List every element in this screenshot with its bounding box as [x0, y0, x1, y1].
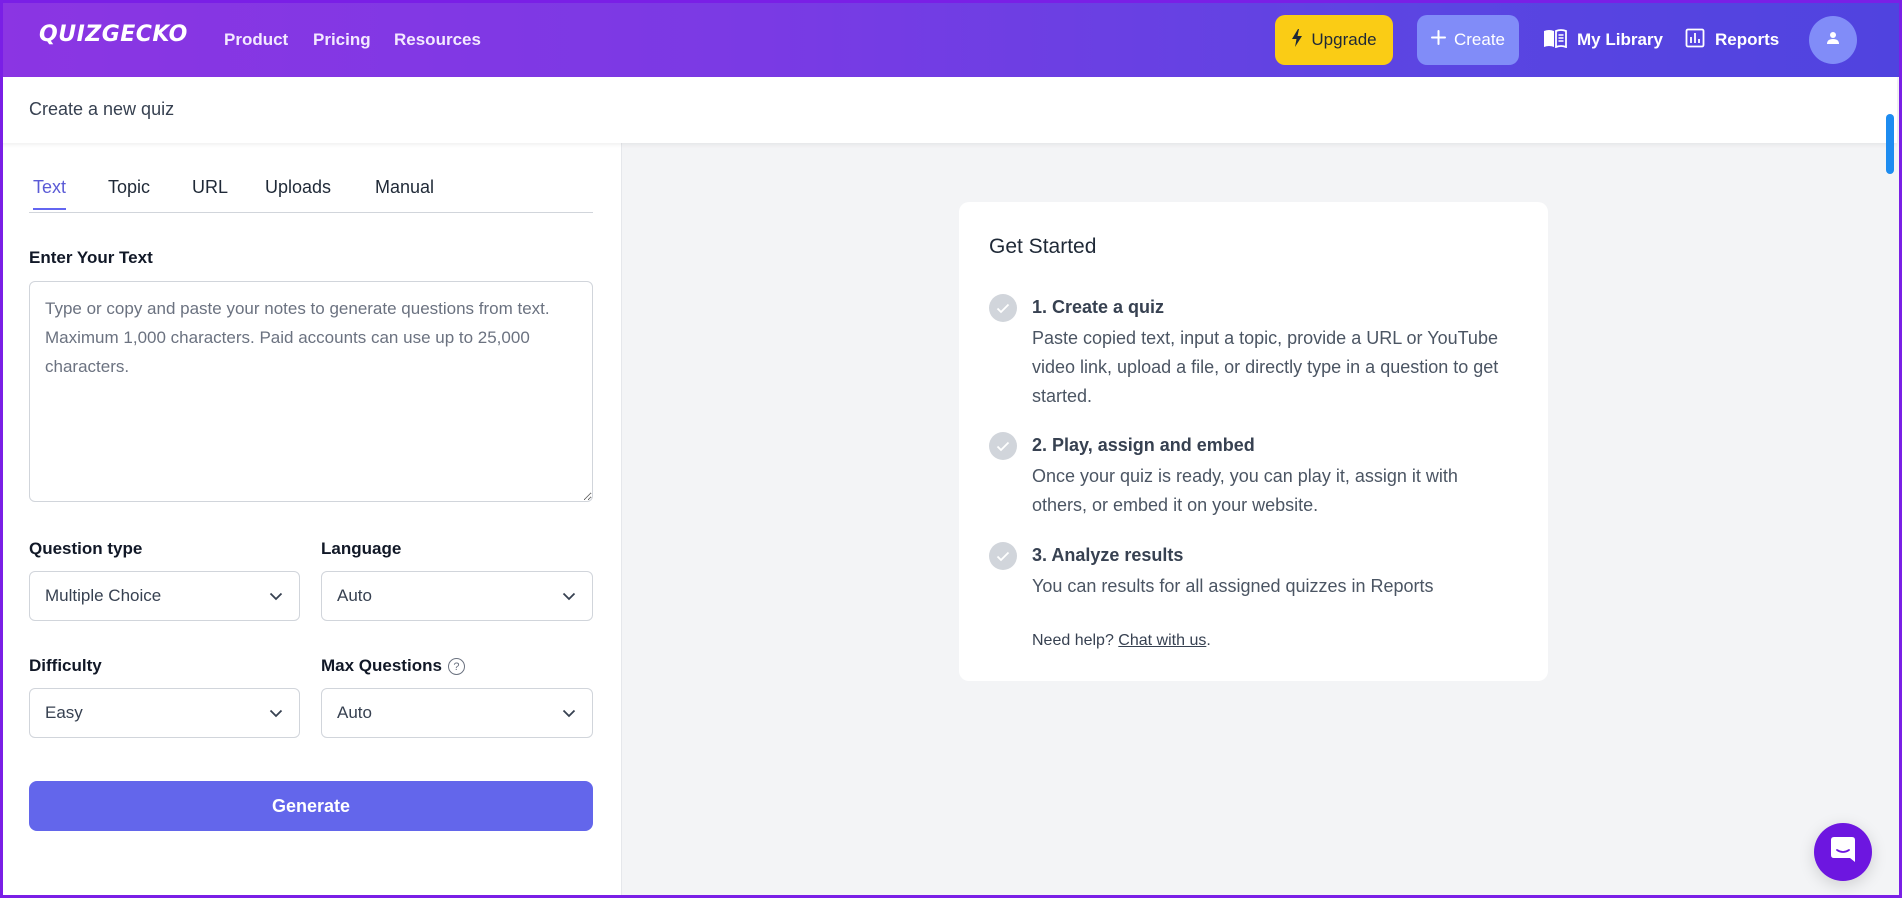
max-questions-select[interactable]: Auto	[321, 688, 593, 738]
step-text: Once your quiz is ready, you can play it…	[1032, 466, 1458, 515]
language-value: Auto	[337, 586, 372, 605]
bar-chart-icon	[1685, 28, 1705, 53]
chevron-down-icon	[562, 703, 576, 723]
chat-with-us-link[interactable]: Chat with us	[1118, 632, 1206, 649]
max-questions-value: Auto	[337, 703, 372, 722]
nav-resources[interactable]: Resources	[394, 30, 481, 50]
question-type-label: Question type	[29, 539, 143, 558]
chat-icon	[1830, 836, 1856, 869]
language-label: Language	[321, 539, 402, 558]
help-suffix: .	[1206, 632, 1211, 649]
source-tabs: Text Topic URL Uploads Manual	[29, 173, 593, 213]
chevron-down-icon	[562, 586, 576, 606]
chevron-down-icon	[269, 703, 283, 723]
nav-product[interactable]: Product	[224, 30, 288, 50]
difficulty-select[interactable]: Easy	[29, 688, 300, 738]
create-button[interactable]: Create	[1417, 15, 1519, 65]
help-line: Need help? Chat with us.	[1032, 632, 1211, 650]
create-label: Create	[1453, 30, 1506, 49]
reports-label: Reports	[1715, 30, 1780, 49]
user-avatar-button[interactable]	[1809, 16, 1857, 64]
tab-manual[interactable]: Manual	[375, 177, 434, 208]
max-questions-label: Max Questions	[321, 656, 442, 675]
chat-launcher-button[interactable]	[1814, 823, 1872, 881]
step-text: Paste copied text, input a topic, provid…	[1032, 328, 1499, 406]
chevron-down-icon	[269, 586, 283, 606]
nav-pricing[interactable]: Pricing	[313, 30, 371, 50]
scrollbar-thumb[interactable]	[1886, 114, 1894, 174]
lightning-bolt-icon	[1291, 28, 1303, 52]
tab-topic[interactable]: Topic	[108, 177, 150, 208]
enter-text-label: Enter Your Text	[29, 248, 153, 267]
page-header: Create a new quiz	[0, 77, 1897, 143]
step-title: 1. Create a quiz	[1032, 297, 1165, 317]
book-icon	[1543, 28, 1567, 53]
my-library-label: My Library	[1577, 30, 1663, 49]
text-input[interactable]	[29, 281, 593, 502]
reports-link[interactable]: Reports	[1685, 26, 1779, 54]
tab-uploads[interactable]: Uploads	[265, 177, 331, 208]
difficulty-label: Difficulty	[29, 656, 102, 675]
language-select[interactable]: Auto	[321, 571, 593, 621]
step-title: 2. Play, assign and embed	[1032, 435, 1255, 455]
generate-button[interactable]: Generate	[29, 781, 593, 831]
step-text: You can results for all assigned quizzes…	[1032, 576, 1434, 596]
question-type-value: Multiple Choice	[45, 586, 162, 605]
tab-url[interactable]: URL	[192, 177, 228, 208]
plus-icon	[1430, 30, 1446, 50]
max-questions-label-group: Max Questions?	[321, 656, 465, 676]
get-started-title: Get Started	[989, 235, 1097, 258]
question-type-select[interactable]: Multiple Choice	[29, 571, 300, 621]
upgrade-button[interactable]: Upgrade	[1275, 15, 1393, 65]
quiz-form-panel: Text Topic URL Uploads Manual Enter Your…	[0, 143, 622, 898]
upgrade-label: Upgrade	[1311, 30, 1377, 49]
check-circle-icon	[989, 432, 1017, 460]
tab-text[interactable]: Text	[33, 177, 67, 210]
step-title: 3. Analyze results	[1032, 545, 1184, 565]
help-circle-icon[interactable]: ?	[447, 658, 465, 676]
page-title: Create a new quiz	[29, 99, 175, 119]
check-circle-icon	[989, 294, 1017, 322]
difficulty-value: Easy	[45, 703, 83, 722]
check-circle-icon	[989, 542, 1017, 570]
get-started-card: Get Started 1. Create a quiz Paste copie…	[959, 202, 1548, 681]
help-prefix: Need help?	[1032, 632, 1119, 649]
top-navbar: QUIZGECKO Product Pricing Resources Upgr…	[0, 0, 1902, 77]
logo[interactable]: QUIZGECKO	[39, 22, 188, 47]
my-library-link[interactable]: My Library	[1543, 26, 1663, 54]
user-icon	[1826, 31, 1840, 50]
